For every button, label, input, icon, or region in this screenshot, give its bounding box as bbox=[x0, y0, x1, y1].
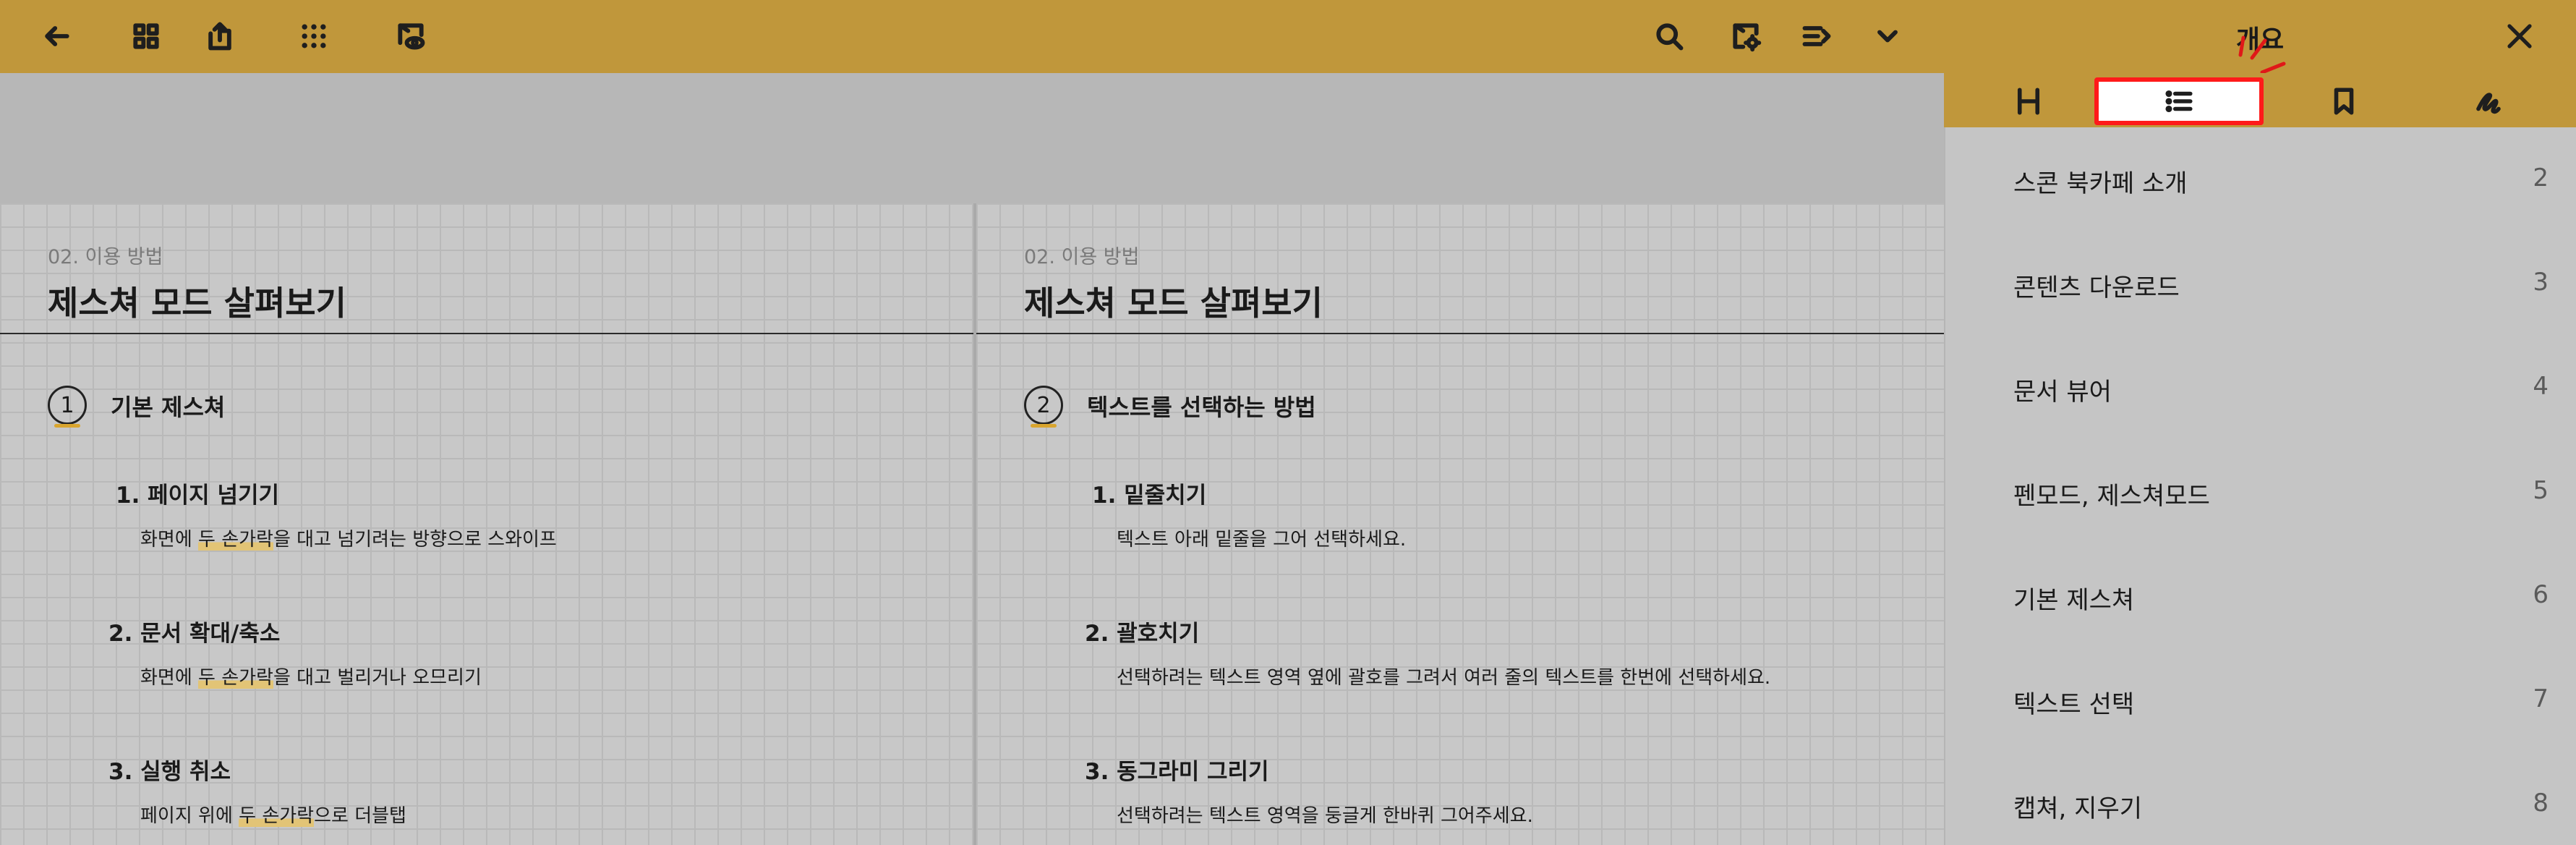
item-description: 화면에 두 손가락을 대고 넘기려는 방향으로 스와이프 bbox=[140, 529, 557, 551]
item-heading: 3. 실행 취소 bbox=[108, 759, 231, 785]
outline-item-label: 캡쳐, 지우기 bbox=[2013, 794, 2143, 823]
outline-item-label: 펜모드, 제스쳐모드 bbox=[2013, 482, 2210, 511]
highlight-mark: 두 손가락 bbox=[198, 529, 273, 551]
chevron-down-icon[interactable] bbox=[1867, 16, 1908, 56]
thumbnails-icon bbox=[2017, 88, 2040, 115]
outline-item[interactable]: 콘텐츠 다운로드 3 bbox=[1945, 255, 2576, 307]
item-description: 선택하려는 텍스트 영역 옆에 괄호를 그려서 여러 줄의 텍스트를 한번에 선… bbox=[1117, 667, 1771, 689]
back-arrow-icon[interactable] bbox=[36, 16, 77, 56]
section-number-badge: 1 bbox=[48, 386, 87, 428]
highlight-mark: 두 손가락 bbox=[198, 667, 273, 689]
outline-item-page: 7 bbox=[2533, 684, 2549, 713]
item-description: 텍스트 아래 밑줄을 그어 선택하세요. bbox=[1117, 529, 1407, 551]
item-heading: 1. 밑줄치기 bbox=[1092, 483, 1207, 509]
outline-item-label: 문서 뷰어 bbox=[2013, 378, 2112, 407]
page-header-area bbox=[0, 73, 1944, 203]
outline-panel-header: 개요 bbox=[1944, 0, 2576, 90]
close-icon[interactable] bbox=[2502, 19, 2537, 54]
tab-annotations[interactable] bbox=[2404, 77, 2573, 125]
item-heading: 3. 동그라미 그리기 bbox=[1085, 759, 1269, 785]
search-icon[interactable] bbox=[1649, 16, 1689, 56]
section-title: 기본 제스쳐 bbox=[111, 394, 226, 421]
annotations-pen-icon bbox=[2476, 93, 2501, 114]
view-mode-icon[interactable] bbox=[391, 16, 431, 56]
item-heading: 2. 문서 확대/축소 bbox=[108, 621, 281, 647]
item-description: 화면에 두 손가락을 대고 벌리거나 오므리기 bbox=[140, 667, 482, 689]
tab-bookmarks[interactable] bbox=[2259, 77, 2428, 125]
outline-list: 스콘 북카페 소개 2 콘텐츠 다운로드 3 문서 뷰어 4 펜모드, 제스쳐모드 5 … bbox=[1944, 127, 2576, 845]
document-page-right[interactable]: 02. 이용 방법 제스쳐 모드 살펴보기 2 텍스트를 선택하는 방법 1. … bbox=[976, 203, 1944, 845]
outline-item-page: 2 bbox=[2533, 164, 2549, 192]
highlight-mark: 두 손가락 bbox=[239, 805, 315, 827]
outline-item-label: 스콘 북카페 소개 bbox=[2013, 169, 2188, 198]
section-number-badge: 2 bbox=[1024, 386, 1063, 428]
outline-item-page: 5 bbox=[2533, 476, 2549, 505]
outline-item[interactable]: 캡쳐, 지우기 8 bbox=[1945, 776, 2576, 828]
bookmark-icon bbox=[2334, 88, 2354, 115]
outline-item-label: 콘텐츠 다운로드 bbox=[2013, 273, 2180, 302]
top-toolbar bbox=[0, 0, 1944, 73]
outline-item[interactable]: 펜모드, 제스쳐모드 5 bbox=[1945, 463, 2576, 515]
outline-item-page: 6 bbox=[2533, 580, 2549, 609]
outline-item-page: 3 bbox=[2533, 268, 2549, 297]
tab-thumbnails[interactable] bbox=[1944, 77, 2113, 125]
tab-outline[interactable] bbox=[2094, 77, 2264, 125]
item-description: 페이지 위에 두 손가락으로 더블탭 bbox=[140, 805, 406, 827]
document-page-left[interactable]: 02. 이용 방법 제스쳐 모드 살펴보기 1 기본 제스쳐 1. 페이지 넘기… bbox=[0, 203, 973, 845]
outline-list-icon bbox=[2165, 90, 2193, 113]
item-description: 선택하려는 텍스트 영역을 둥글게 한바퀴 그어주세요. bbox=[1117, 805, 1533, 827]
breadcrumb: 02. 이용 방법 bbox=[48, 246, 163, 268]
apps-dots-icon[interactable] bbox=[294, 16, 334, 56]
title-divider bbox=[976, 333, 1944, 334]
grid-view-icon[interactable] bbox=[126, 16, 166, 56]
title-divider bbox=[0, 333, 973, 334]
breadcrumb: 02. 이용 방법 bbox=[1024, 246, 1140, 268]
share-upload-icon[interactable] bbox=[200, 16, 240, 56]
reading-mode-icon[interactable] bbox=[1796, 16, 1837, 56]
outline-item[interactable]: 텍스트 선택 7 bbox=[1945, 671, 2576, 723]
outline-item[interactable]: 스콘 북카페 소개 2 bbox=[1945, 150, 2576, 203]
item-heading: 1. 페이지 넘기기 bbox=[116, 483, 280, 509]
outline-item[interactable]: 문서 뷰어 4 bbox=[1945, 359, 2576, 411]
item-heading: 2. 괄호치기 bbox=[1085, 621, 1200, 647]
outline-item-label: 기본 제스쳐 bbox=[2013, 586, 2135, 615]
outline-item-page: 8 bbox=[2533, 789, 2549, 818]
outline-item-label: 텍스트 선택 bbox=[2013, 690, 2135, 719]
document-settings-icon[interactable] bbox=[1726, 16, 1766, 56]
panel-tab-bar bbox=[1944, 73, 2576, 127]
page-title: 제스쳐 모드 살펴보기 bbox=[48, 284, 346, 323]
page-title: 제스쳐 모드 살펴보기 bbox=[1024, 284, 1323, 323]
section-title: 텍스트를 선택하는 방법 bbox=[1087, 394, 1316, 421]
outline-item-page: 4 bbox=[2533, 372, 2549, 401]
outline-item[interactable]: 기본 제스쳐 6 bbox=[1945, 567, 2576, 619]
